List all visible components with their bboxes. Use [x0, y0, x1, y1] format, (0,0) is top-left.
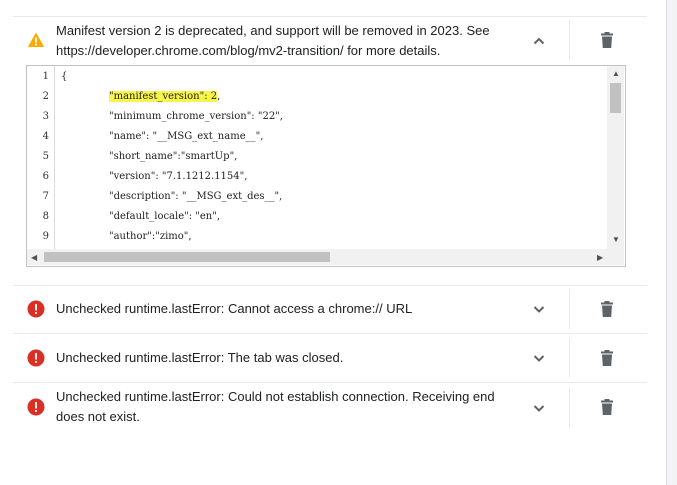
trash-icon[interactable] — [598, 300, 616, 318]
scroll-up-arrow-icon[interactable]: ▲ — [612, 69, 620, 79]
entry-divider — [569, 289, 570, 329]
error-message: Unchecked runtime.lastError: Cannot acce… — [56, 301, 413, 316]
chevron-down-icon[interactable] — [529, 398, 549, 418]
scroll-left-arrow-icon[interactable]: ◀ — [31, 253, 37, 263]
error-message: Unchecked runtime.lastError: Could not e… — [56, 389, 495, 424]
line-number: 5 — [42, 151, 49, 162]
line-number: 7 — [42, 191, 49, 202]
panel-gutter — [667, 0, 677, 485]
list-top-divider — [13, 16, 647, 17]
code-line: "author":"zimo", — [109, 231, 192, 242]
code-line-highlighted: "manifest_version": 2, — [109, 87, 220, 107]
error-message: Manifest version 2 is deprecated, and su… — [56, 23, 490, 58]
entry-divider — [569, 338, 570, 378]
error-icon — [27, 398, 45, 416]
manifest-code-viewer[interactable]: 1 2 3 4 5 6 7 8 9 { "manifest_version": … — [26, 65, 626, 267]
trash-icon[interactable] — [598, 31, 616, 49]
error-icon — [27, 349, 45, 367]
chevron-down-icon[interactable] — [529, 299, 549, 319]
line-number: 9 — [42, 231, 49, 242]
scroll-down-arrow-icon[interactable]: ▼ — [612, 235, 620, 245]
line-number: 4 — [42, 131, 49, 142]
code-suffix: , — [217, 91, 221, 102]
errors-page: Manifest version 2 is deprecated, and su… — [0, 0, 677, 485]
trash-icon[interactable] — [598, 398, 616, 416]
line-number: 2 — [42, 91, 49, 102]
entry-divider — [569, 388, 570, 428]
error-icon — [27, 300, 45, 318]
entry-separator — [13, 382, 647, 383]
line-number: 1 — [42, 71, 49, 82]
line-number: 6 — [42, 171, 49, 182]
scroll-right-arrow-icon[interactable]: ▶ — [597, 253, 603, 263]
warning-icon — [27, 32, 45, 47]
code-line: "name": "__MSG_ext_name__", — [109, 131, 264, 142]
vertical-scroll-thumb[interactable] — [610, 83, 621, 113]
code-line: "default_locale": "en", — [109, 211, 221, 222]
code-line: "version": "7.1.1212.1154", — [109, 171, 248, 182]
line-number: 3 — [42, 111, 49, 122]
error-message: Unchecked runtime.lastError: The tab was… — [56, 350, 344, 365]
code-line: "short_name":"smartUp", — [109, 151, 238, 162]
entry-separator — [13, 285, 647, 286]
entry-separator — [13, 333, 647, 334]
horizontal-scroll-thumb[interactable] — [44, 252, 330, 262]
line-number-gutter: 1 2 3 4 5 6 7 8 9 — [27, 66, 55, 249]
highlighted-code: "manifest_version": 2 — [109, 91, 218, 102]
code-line: "minimum_chrome_version": "22", — [109, 111, 283, 122]
code-line: { — [61, 71, 68, 82]
trash-icon[interactable] — [598, 349, 616, 367]
line-number: 8 — [42, 211, 49, 222]
chevron-down-icon[interactable] — [529, 348, 549, 368]
entry-divider — [569, 20, 570, 60]
code-line: "description": "__MSG_ext_des__", — [109, 191, 283, 202]
chevron-up-icon[interactable] — [529, 31, 549, 51]
